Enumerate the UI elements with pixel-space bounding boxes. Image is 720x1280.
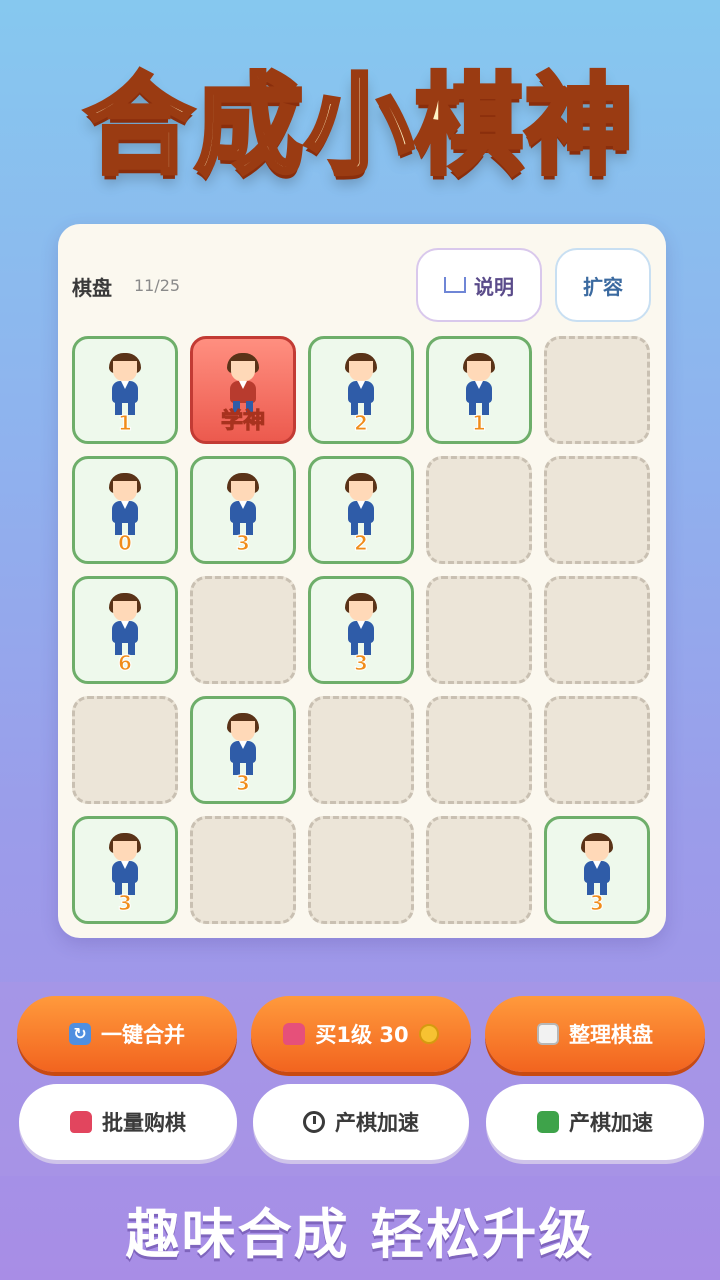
board-cell-empty[interactable] [544, 696, 650, 804]
board-cell-piece[interactable]: 3 [190, 696, 296, 804]
speed-up-label-2: 产棋加速 [569, 1111, 653, 1135]
student-piece-icon [105, 593, 145, 655]
board-cell-empty[interactable] [544, 456, 650, 564]
tidy-board-button[interactable]: 整理棋盘 [485, 996, 705, 1072]
board-cell-piece[interactable]: 2 [308, 456, 414, 564]
piece-level: 3 [118, 891, 133, 916]
board-cell-piece[interactable]: 6 [72, 576, 178, 684]
speed-up-label-1: 产棋加速 [335, 1111, 419, 1135]
help-button[interactable]: 说明 [416, 248, 542, 322]
merge-all-button[interactable]: 一键合并 [17, 996, 237, 1072]
timer-icon [303, 1111, 325, 1133]
board-cell-piece[interactable]: 学神 [190, 336, 296, 444]
board-cell-piece[interactable]: 1 [426, 336, 532, 444]
bag-icon [70, 1111, 92, 1133]
board-cell-piece[interactable]: 1 [72, 336, 178, 444]
board-cell-piece[interactable]: 3 [190, 456, 296, 564]
piece-level: 0 [118, 531, 133, 556]
piece-level: 3 [236, 531, 251, 556]
board-label: 棋盘 [72, 276, 112, 300]
board-cell-empty[interactable] [426, 816, 532, 924]
help-label: 说明 [474, 274, 514, 299]
piece-level: 3 [590, 891, 605, 916]
board-cell-empty[interactable] [72, 696, 178, 804]
clipboard-icon [537, 1023, 559, 1045]
board-cell-empty[interactable] [426, 456, 532, 564]
student-piece-icon [341, 473, 381, 535]
green-book-icon [537, 1111, 559, 1133]
buy-level1-label: 买1级 30 [315, 1023, 409, 1047]
piece-level: 2 [354, 411, 369, 436]
board-cell-piece[interactable]: 0 [72, 456, 178, 564]
student-piece-icon [341, 353, 381, 415]
piece-level: 1 [118, 411, 133, 436]
piece-level: 2 [354, 531, 369, 556]
buy-level1-button[interactable]: 买1级 30 [251, 996, 471, 1072]
expand-button[interactable]: 扩容 [555, 248, 651, 322]
piece-level: 3 [236, 771, 251, 796]
board-cell-empty[interactable] [308, 696, 414, 804]
expand-label: 扩容 [583, 274, 623, 299]
speed-up-button-1[interactable]: 产棋加速 [253, 1084, 469, 1160]
board-cell-empty[interactable] [190, 816, 296, 924]
piece-level: 1 [472, 411, 487, 436]
piece-level: 3 [354, 651, 369, 676]
action-panel: 一键合并 买1级 30 整理棋盘 批量购棋 产棋加速 产棋加速 [0, 982, 720, 1176]
board-cell-empty[interactable] [544, 576, 650, 684]
student-piece-icon [223, 473, 263, 535]
board-cell-empty[interactable] [544, 336, 650, 444]
bag-icon [283, 1023, 306, 1045]
board-cell-piece[interactable]: 3 [72, 816, 178, 924]
coin-icon [418, 1024, 439, 1044]
board-cell-empty[interactable] [426, 696, 532, 804]
student-piece-icon [341, 593, 381, 655]
slogan: 趣味合成 轻松升级 [125, 1203, 595, 1266]
student-piece-icon [223, 713, 263, 775]
board-cell-empty[interactable] [426, 576, 532, 684]
merge-all-label: 一键合并 [101, 1023, 185, 1047]
board-cell-piece[interactable]: 3 [308, 576, 414, 684]
student-piece-icon [459, 353, 499, 415]
student-piece-icon [577, 833, 617, 895]
piece-level: 学神 [220, 409, 265, 435]
app-title: 合成小棋神 [82, 62, 635, 192]
tidy-board-label: 整理棋盘 [569, 1023, 653, 1047]
board-cell-piece[interactable]: 3 [544, 816, 650, 924]
refresh-icon [69, 1023, 91, 1045]
board-cell-empty[interactable] [190, 576, 296, 684]
book-icon [444, 277, 466, 293]
student-piece-icon [105, 833, 145, 895]
student-piece-icon [105, 473, 145, 535]
piece-level: 6 [118, 651, 133, 676]
board-cell-piece[interactable]: 2 [308, 336, 414, 444]
bulk-buy-label: 批量购棋 [102, 1111, 186, 1135]
speed-up-button-2[interactable]: 产棋加速 [486, 1084, 704, 1160]
bulk-buy-button[interactable]: 批量购棋 [19, 1084, 237, 1160]
board-panel: 棋盘 11/25 说明 扩容 1 学神 2 1 0 3 2 6 3 3 3 3 [58, 224, 666, 938]
student-piece-icon [105, 353, 145, 415]
board-cell-empty[interactable] [308, 816, 414, 924]
board-count: 11/25 [134, 276, 181, 295]
